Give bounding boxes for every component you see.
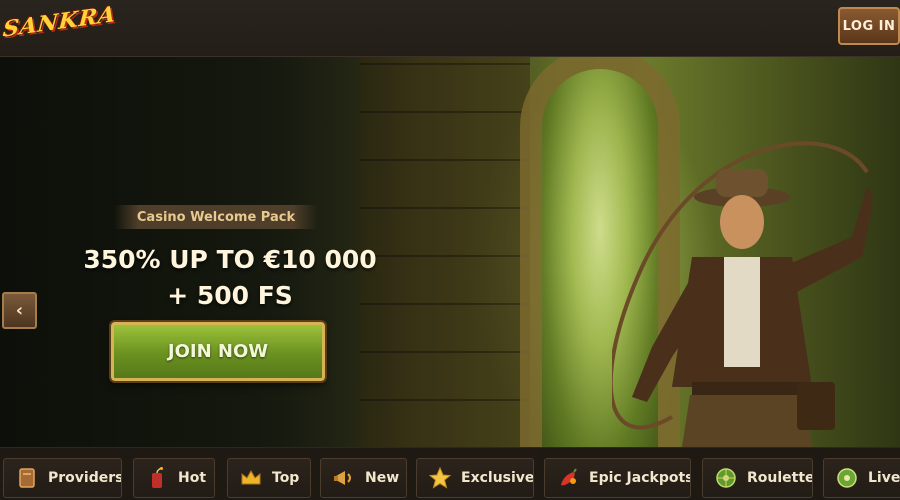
category-live[interactable]: Live	[823, 458, 900, 498]
carousel-prev-button[interactable]: ‹	[2, 292, 37, 329]
promo-tag: Casino Welcome Pack	[114, 205, 318, 229]
category-new[interactable]: New	[320, 458, 407, 498]
category-hot[interactable]: Hot	[133, 458, 215, 498]
top-bar: SANKRA LOG IN	[0, 0, 900, 57]
crown-icon	[240, 467, 262, 489]
category-roulette[interactable]: Roulette	[702, 458, 813, 498]
megaphone-icon	[333, 467, 355, 489]
chili-icon	[557, 467, 579, 489]
promo-subheadline: + 500 FS	[167, 281, 293, 310]
category-exclusive[interactable]: Exclusive	[416, 458, 534, 498]
live-icon	[836, 467, 858, 489]
category-label: Live	[868, 470, 900, 486]
category-label: Hot	[178, 470, 207, 486]
roulette-icon	[715, 467, 737, 489]
category-label: Top	[272, 470, 300, 486]
star-icon	[429, 467, 451, 489]
category-epic-jackpots[interactable]: Epic Jackpots	[544, 458, 691, 498]
category-label: Epic Jackpots	[589, 470, 691, 486]
category-bar: Providers Hot Top New Exclusive Epic Jac…	[0, 447, 900, 500]
logo[interactable]: SANKRA	[2, 1, 117, 45]
category-label: Roulette	[747, 470, 813, 486]
adventurer-illustration	[612, 141, 872, 447]
join-now-button[interactable]: JOIN NOW	[111, 322, 325, 381]
dynamite-icon	[146, 467, 168, 489]
hero-banner: Casino Welcome Pack 350% UP TO €10 000 +…	[0, 57, 900, 447]
logo-text: SANKRA	[1, 1, 117, 43]
category-label: New	[365, 470, 400, 486]
promo-headline: 350% UP TO €10 000	[83, 245, 377, 274]
book-icon	[16, 467, 38, 489]
chevron-left-icon: ‹	[15, 300, 24, 321]
category-providers[interactable]: Providers	[3, 458, 122, 498]
category-label: Providers	[48, 470, 122, 486]
category-label: Exclusive	[461, 470, 534, 486]
category-top[interactable]: Top	[227, 458, 311, 498]
login-button[interactable]: LOG IN	[838, 7, 900, 45]
